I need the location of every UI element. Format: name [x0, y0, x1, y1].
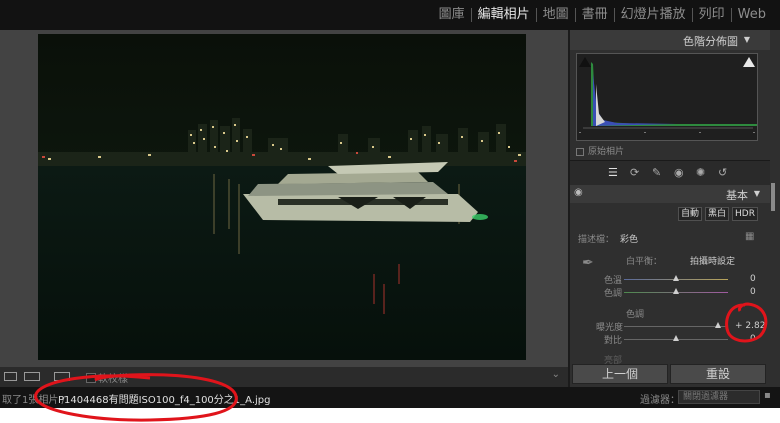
wb-value[interactable]: 拍攝時設定: [690, 254, 735, 267]
previous-button[interactable]: 上一個: [572, 364, 668, 384]
module-develop[interactable]: 編輯相片: [472, 6, 536, 24]
filter-lock-icon[interactable]: ▪: [764, 390, 771, 401]
temp-slider-thumb[interactable]: [673, 275, 679, 281]
crop-icon[interactable]: ⟳: [630, 166, 639, 179]
before-after-icon[interactable]: [24, 372, 40, 381]
selection-count: 取了1張相片 /: [2, 395, 65, 406]
tone-section-label: 色調: [626, 310, 645, 320]
original-photo-toggle[interactable]: 原始相片: [576, 144, 624, 157]
contrast-label: 對比: [604, 336, 623, 346]
histogram-title: 色階分佈圖: [683, 35, 738, 48]
eye-icon[interactable]: ◉: [574, 187, 583, 198]
filter-select[interactable]: 關閉過濾器: [678, 390, 760, 404]
photo-content: [38, 34, 526, 360]
highlight-clipping-icon[interactable]: [743, 57, 755, 67]
module-bar: 圖庫 編輯相片 地圖 書冊 幻燈片播放 列印 Web: [0, 0, 780, 30]
module-picker: 圖庫 編輯相片 地圖 書冊 幻燈片播放 列印 Web: [433, 6, 772, 24]
night-harbor-photo[interactable]: [38, 34, 526, 360]
module-web[interactable]: Web: [732, 6, 772, 24]
panel-scrollbar[interactable]: [771, 183, 775, 211]
module-library[interactable]: 圖庫: [433, 6, 471, 24]
original-photo-checkbox[interactable]: [576, 147, 584, 156]
soft-proof-checkbox[interactable]: [86, 373, 96, 383]
mask-icon[interactable]: ✺: [696, 166, 705, 179]
module-print[interactable]: 列印: [693, 6, 731, 24]
histogram-header[interactable]: 色階分佈圖 ▼: [570, 30, 770, 50]
soft-proof-label: 軟校樣: [98, 374, 128, 385]
contrast-value[interactable]: 0: [750, 334, 756, 344]
heal-icon[interactable]: ✎: [652, 166, 661, 179]
photo-viewer: [0, 30, 568, 367]
exposure-value[interactable]: + 2.82: [735, 321, 765, 331]
eyedropper-icon[interactable]: ✒: [582, 255, 594, 271]
status-bar: 取了1張相片 / P1404468有問題ISO100_f4_100分之1_A.j…: [0, 387, 780, 408]
temp-label: 色溫: [604, 276, 623, 286]
auto-button[interactable]: 自動: [678, 207, 702, 221]
loupe-view-icon[interactable]: [4, 372, 17, 381]
histogram-graph: [579, 62, 757, 133]
hdr-button[interactable]: HDR: [732, 207, 758, 221]
contrast-slider-thumb[interactable]: [673, 335, 679, 341]
module-map[interactable]: 地圖: [537, 6, 575, 24]
profile-label: 描述檔：: [578, 235, 615, 245]
shadow-clipping-icon[interactable]: [579, 57, 591, 67]
collapse-triangle-icon[interactable]: ▼: [744, 35, 750, 44]
wb-label: 白平衡：: [626, 257, 663, 267]
profile-value[interactable]: 彩色: [620, 232, 638, 245]
range-icon[interactable]: ↺: [718, 166, 727, 179]
tint-label: 色調: [604, 289, 623, 299]
filter-label: 過濾器：: [640, 395, 680, 406]
histogram: [576, 53, 758, 141]
filename-label[interactable]: P1404468有問題ISO100_f4_100分之1_A.jpg: [58, 391, 270, 406]
exposure-track[interactable]: [624, 326, 728, 327]
tint-value[interactable]: 0: [750, 287, 756, 297]
tint-slider-thumb[interactable]: [673, 288, 679, 294]
module-book[interactable]: 書冊: [576, 6, 614, 24]
temp-value[interactable]: 0: [750, 274, 756, 284]
profile-browser-icon[interactable]: ▦: [745, 231, 754, 242]
module-slideshow[interactable]: 幻燈片播放: [615, 6, 692, 24]
basic-header[interactable]: ◉ 基本 ▼: [570, 185, 770, 203]
bw-button[interactable]: 黑白: [705, 207, 729, 221]
basic-title: 基本: [726, 189, 748, 202]
compare-icon[interactable]: [54, 372, 70, 381]
viewer-toolbar: 軟校樣 ⌄: [0, 367, 568, 387]
basic-adjust-icon[interactable]: ☰: [608, 166, 618, 179]
tool-strip: ☰ ⟳ ✎ ◉ ✺ ↺: [570, 160, 770, 186]
exposure-label: 曝光度: [596, 323, 624, 333]
red-eye-icon[interactable]: ◉: [674, 166, 684, 179]
exposure-slider-thumb[interactable]: [714, 322, 721, 328]
collapse-triangle-icon[interactable]: ▼: [754, 189, 760, 198]
panel-divider: [568, 30, 570, 387]
lightroom-window: 圖庫 編輯相片 地圖 書冊 幻燈片播放 列印 Web 軟校樣 ⌄ 取了1張相片 …: [0, 0, 780, 408]
original-photo-label: 原始相片: [588, 147, 625, 157]
reset-button[interactable]: 重設: [670, 364, 766, 384]
toolbar-menu-icon[interactable]: ⌄: [552, 369, 560, 380]
